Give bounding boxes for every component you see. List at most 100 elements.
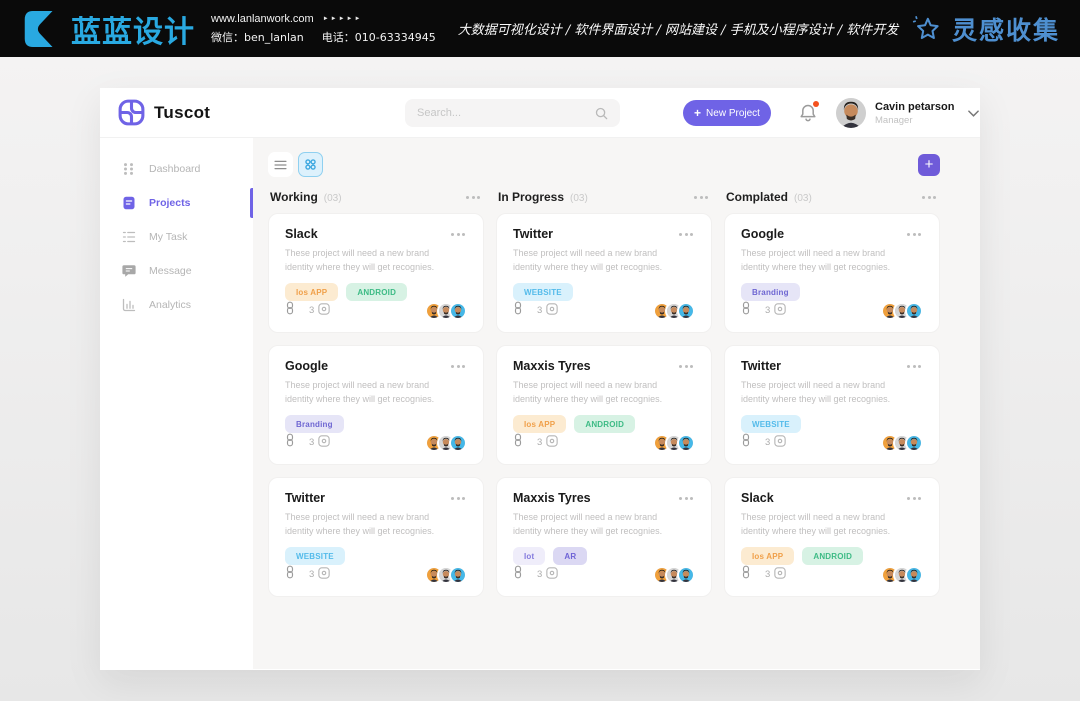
- column-menu-icon[interactable]: [692, 194, 710, 201]
- attachment-link[interactable]: [741, 433, 751, 452]
- user-profile[interactable]: Cavin petarson Manager: [836, 98, 979, 128]
- tag-ios[interactable]: Ios APP: [741, 547, 794, 565]
- tag-website[interactable]: WEBSITE: [285, 547, 345, 565]
- card-menu-icon[interactable]: [677, 363, 695, 370]
- card-menu-icon[interactable]: [905, 363, 923, 370]
- tag-android[interactable]: ANDROID: [802, 547, 863, 565]
- sidebar-item-analytics[interactable]: Analytics: [100, 288, 253, 322]
- tag-android[interactable]: ANDROID: [574, 415, 635, 433]
- avatar[interactable]: [449, 434, 467, 452]
- attachment-link[interactable]: [285, 301, 295, 320]
- project-card[interactable]: GoogleThese project will need a new bran…: [724, 213, 940, 333]
- project-card[interactable]: Maxxis TyresThese project will need a ne…: [496, 477, 712, 597]
- avatar[interactable]: [677, 302, 695, 320]
- attachment-image: [546, 303, 558, 318]
- card-menu-icon[interactable]: [905, 495, 923, 502]
- card-menu-icon[interactable]: [677, 231, 695, 238]
- avatar[interactable]: [905, 302, 923, 320]
- avatar[interactable]: [677, 434, 695, 452]
- tag-ios[interactable]: Ios APP: [285, 283, 338, 301]
- card-header: Maxxis Tyres: [513, 491, 695, 505]
- tag-website[interactable]: WEBSITE: [741, 415, 801, 433]
- column-menu-icon[interactable]: [920, 194, 938, 201]
- card-title: Slack: [741, 491, 774, 505]
- attachment-link-icon: [513, 565, 523, 579]
- view-toggle: [268, 152, 323, 177]
- attachment-count: 3: [309, 303, 330, 318]
- search-input[interactable]: [417, 107, 595, 119]
- project-card[interactable]: GoogleThese project will need a new bran…: [268, 345, 484, 465]
- card-tags: WEBSITE: [285, 547, 467, 565]
- project-card[interactable]: TwitterThese project will need a new bra…: [724, 345, 940, 465]
- card-menu-icon[interactable]: [449, 495, 467, 502]
- project-card[interactable]: Maxxis TyresThese project will need a ne…: [496, 345, 712, 465]
- avatar-image: [679, 568, 693, 582]
- attachment-link[interactable]: [513, 301, 523, 320]
- attachment-count-value: 3: [309, 569, 314, 580]
- search-icon[interactable]: [595, 107, 608, 120]
- card-menu-icon[interactable]: [449, 363, 467, 370]
- card-menu-icon[interactable]: [677, 495, 695, 502]
- tag-website[interactable]: WEBSITE: [513, 283, 573, 301]
- image-icon: [546, 303, 558, 315]
- banner-website: www.lanlanwork.com: [211, 13, 314, 25]
- projects-icon: [122, 196, 136, 210]
- attachment-link[interactable]: [513, 565, 523, 584]
- attachment-link[interactable]: [285, 433, 295, 452]
- avatar[interactable]: [449, 566, 467, 584]
- avatar[interactable]: [905, 566, 923, 584]
- tag-android[interactable]: ANDROID: [346, 283, 407, 301]
- column-menu-icon[interactable]: [464, 194, 482, 201]
- tag-ios[interactable]: Ios APP: [513, 415, 566, 433]
- add-column-button[interactable]: +: [918, 154, 940, 176]
- avatar[interactable]: [449, 302, 467, 320]
- attachment-count-value: 3: [765, 569, 770, 580]
- banner-contact: www.lanlanwork.com ►►►►► 微信：ben_lanlan 电…: [211, 13, 436, 45]
- card-description: These project will need a new brand iden…: [741, 379, 913, 406]
- attachment-link[interactable]: [513, 433, 523, 452]
- card-description: These project will need a new brand iden…: [285, 379, 457, 406]
- attachment-link[interactable]: [285, 565, 295, 584]
- card-menu-icon[interactable]: [449, 231, 467, 238]
- image-icon: [774, 435, 786, 447]
- plus-icon: +: [694, 106, 701, 120]
- new-project-button[interactable]: + New Project: [683, 100, 771, 126]
- tuscot-logo-icon: [118, 99, 145, 126]
- tag-branding[interactable]: Branding: [285, 415, 344, 433]
- avatar-image: [907, 436, 921, 450]
- project-card[interactable]: TwitterThese project will need a new bra…: [496, 213, 712, 333]
- card-description: These project will need a new brand iden…: [513, 247, 685, 274]
- list-view-button[interactable]: [268, 152, 293, 177]
- card-description: These project will need a new brand iden…: [285, 247, 457, 274]
- attachment-link[interactable]: [741, 565, 751, 584]
- grid-view-button[interactable]: [298, 152, 323, 177]
- chevron-down-icon[interactable]: [968, 110, 979, 117]
- avatar[interactable]: [677, 566, 695, 584]
- banner-arrows: ►►►►►: [323, 16, 363, 22]
- board-column: Working(03)SlackThese project will need …: [268, 190, 484, 609]
- column-title-text: Complated: [726, 190, 788, 204]
- app-name: Tuscot: [154, 103, 210, 123]
- sidebar-item-message[interactable]: Message: [100, 254, 253, 288]
- card-title: Slack: [285, 227, 318, 241]
- avatar-image: [451, 304, 465, 318]
- tag-branding[interactable]: Branding: [741, 283, 800, 301]
- sidebar-item-my-task[interactable]: My Task: [100, 220, 253, 254]
- attachment-link[interactable]: [741, 301, 751, 320]
- search-bar[interactable]: [405, 99, 620, 127]
- tag-ar[interactable]: AR: [553, 547, 587, 565]
- tag-iot[interactable]: Iot: [513, 547, 545, 565]
- avatar[interactable]: [905, 434, 923, 452]
- project-card[interactable]: SlackThese project will need a new brand…: [724, 477, 940, 597]
- project-card[interactable]: TwitterThese project will need a new bra…: [268, 477, 484, 597]
- card-menu-icon[interactable]: [905, 231, 923, 238]
- project-card[interactable]: Slack These project will need a new brand…: [268, 213, 484, 333]
- notification-bell[interactable]: [797, 102, 819, 124]
- attachment-link-icon: [285, 301, 295, 315]
- sidebar-item-dashboard[interactable]: Dashboard: [100, 152, 253, 186]
- card-avatars: [881, 566, 923, 584]
- sidebar-item-projects[interactable]: Projects: [100, 186, 253, 220]
- attachment-count: 3: [537, 303, 558, 318]
- attachment-count: 3: [309, 567, 330, 582]
- card-tags: WEBSITE: [741, 415, 923, 433]
